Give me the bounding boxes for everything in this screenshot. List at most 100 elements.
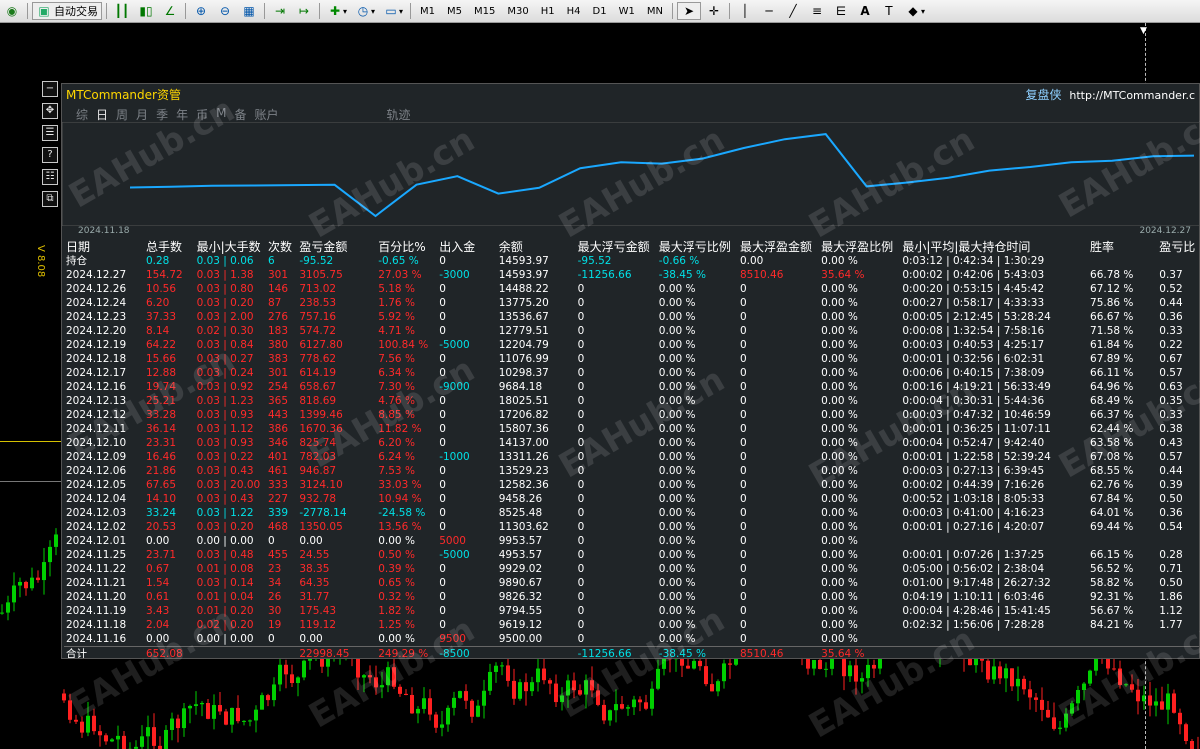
table-cell: 0	[739, 493, 747, 505]
price-chart[interactable]: ▼ − ✥ ☰ ? ☷ ⧉ V 8.08 MTCommander资管 复盘侠 h…	[0, 23, 1200, 749]
bar-chart-icon[interactable]: ┃┃	[111, 2, 133, 20]
zoom-out-icon[interactable]: ⊖	[214, 2, 236, 20]
table-cell: -11256.66	[577, 269, 632, 281]
tab-track[interactable]: 轨迹	[387, 106, 411, 123]
table-cell: 23	[267, 563, 282, 575]
candle-body	[1070, 703, 1074, 714]
table-cell: 757.16	[299, 311, 337, 323]
tab-notes[interactable]: 备	[234, 106, 246, 123]
timeframe-m15[interactable]: M15	[468, 2, 501, 20]
holding-row: 持仓 0.28 0.03 | 0.06 6 -95.52 -0.65 % 0 14593.97…	[64, 254, 1199, 268]
table-cell: 0	[739, 409, 747, 421]
timeframe-m30[interactable]: M30	[501, 2, 534, 20]
help-icon[interactable]: ?	[42, 147, 58, 163]
table-cell: 0.03 | 0.20	[196, 297, 254, 309]
table-cell: 0.01 | 0.20	[196, 605, 254, 617]
candle-body	[524, 682, 528, 692]
fibonacci-icon[interactable]: ≡	[806, 2, 828, 20]
window-icon[interactable]: ⧉	[42, 191, 58, 207]
table-cell: 0:05:00 | 0:56:02 | 2:38:04	[902, 563, 1045, 575]
table-cell: 0.00 %	[821, 591, 858, 603]
tab-magic[interactable]: M	[216, 106, 226, 123]
line-chart-icon[interactable]: ∠	[159, 2, 181, 20]
table-cell: 0:00:03 | 0:47:32 | 10:46:59	[902, 409, 1051, 421]
candle-body	[86, 715, 90, 733]
table-cell: 34	[267, 577, 282, 589]
cursor-icon[interactable]: ➤	[676, 2, 701, 20]
table-row: 2024.12.26 10.56 0.03 | 0.80 146 713.02 5.18 …	[64, 282, 1199, 296]
table-cell: 0.61	[145, 591, 170, 603]
grid-icon[interactable]: ☷	[42, 169, 58, 185]
timeframe-m1[interactable]: M1	[414, 2, 441, 20]
table-cell: 0.36	[1159, 311, 1183, 323]
zoom-in-icon[interactable]: ⊕	[190, 2, 212, 20]
new-order-icon[interactable]: ✚ ▾	[324, 2, 350, 20]
table-cell: 0	[439, 605, 446, 617]
trendline-icon[interactable]: ╱	[782, 2, 804, 20]
toolbar-separator	[671, 3, 673, 19]
text-label-icon[interactable]: T	[878, 2, 900, 20]
move-icon[interactable]: ✥	[42, 103, 58, 119]
horizontal-line-icon[interactable]: ─	[758, 2, 780, 20]
candle-body	[812, 659, 816, 669]
table-cell	[900, 647, 1088, 659]
table-cell: 782.03	[299, 451, 337, 463]
shapes-icon[interactable]: ◆ ▾	[902, 2, 928, 20]
candlestick-icon[interactable]: ▮▯	[135, 2, 157, 20]
candle-body	[728, 663, 732, 665]
table-cell: 386	[267, 423, 288, 435]
table-cell: 461	[267, 465, 288, 477]
text-icon[interactable]: A	[854, 2, 876, 20]
autotrade-button[interactable]: ▣ 自动交易	[32, 2, 102, 20]
table-cell: 10298.37	[498, 367, 549, 379]
tab-monthly[interactable]: 月	[136, 106, 148, 123]
template-icon[interactable]: ▭ ▾	[380, 2, 406, 20]
table-cell: 0.00	[145, 535, 170, 547]
tab-yearly[interactable]: 年	[176, 106, 188, 123]
tab-summary[interactable]: 综	[76, 106, 88, 123]
table-cell: 0.00 %	[658, 549, 696, 561]
table-row: 2024.12.11 36.14 0.03 | 1.12 386 1670.36 11.8…	[64, 422, 1199, 436]
table-cell: 0.57	[1159, 451, 1183, 463]
clock-icon[interactable]: ◷ ▾	[352, 2, 378, 20]
crosshair-icon[interactable]: ✛	[703, 2, 725, 20]
globe-icon[interactable]: ◉	[1, 2, 23, 20]
tab-quarterly[interactable]: 季	[156, 106, 168, 123]
table-cell: 27.03 %	[378, 269, 422, 281]
table-cell: 0.00 %	[821, 381, 858, 393]
timeframe-m5[interactable]: M5	[441, 2, 468, 20]
candle-body	[218, 705, 222, 712]
table-cell: 0.00 %	[821, 283, 858, 295]
menu-icon[interactable]: ☰	[42, 125, 58, 141]
timeframe-h4[interactable]: H4	[561, 2, 587, 20]
table-row: 2024.11.20 0.61 0.01 | 0.04 26 31.77 0.32 % 0 9…	[64, 590, 1199, 604]
tile-windows-icon[interactable]: ▦	[238, 2, 260, 20]
table-cell: 380	[267, 339, 288, 351]
vertical-line-icon[interactable]: │	[734, 2, 756, 20]
timeframe-d1[interactable]: D1	[587, 2, 613, 20]
chart-shift-icon[interactable]: ⇥	[269, 2, 291, 20]
table-cell: 0	[577, 465, 585, 477]
timeframe-h1[interactable]: H1	[535, 2, 561, 20]
tab-daily[interactable]: 日	[96, 106, 108, 123]
table-cell: 18025.51	[498, 395, 549, 407]
table-cell: 15.66	[145, 353, 177, 365]
tab-weekly[interactable]: 周	[116, 106, 128, 123]
autoscroll-icon[interactable]: ↦	[293, 2, 315, 20]
table-cell: 0:00:04 | 0:30:31 | 5:44:36	[902, 395, 1045, 407]
table-cell: 0.00 %	[821, 451, 858, 463]
table-cell: 2024.12.04	[66, 493, 127, 505]
candle-body	[260, 695, 264, 710]
table-cell: 0.00 %	[658, 423, 696, 435]
minimize-icon[interactable]: −	[42, 81, 58, 97]
table-row: 2024.12.18 15.66 0.03 | 0.27 383 778.62 7.56 …	[64, 352, 1199, 366]
table-cell: 1.86	[1159, 591, 1183, 603]
brand-url[interactable]: http://MTCommander.c	[1069, 89, 1195, 102]
tab-currency[interactable]: 币	[196, 106, 208, 123]
channel-icon[interactable]: ⋿	[830, 2, 852, 20]
timeframe-w1[interactable]: W1	[613, 2, 641, 20]
table-cell: 胜率	[1090, 239, 1115, 254]
candle-body	[116, 735, 120, 740]
tab-account[interactable]: 账户	[254, 106, 278, 123]
timeframe-mn[interactable]: MN	[641, 2, 669, 20]
